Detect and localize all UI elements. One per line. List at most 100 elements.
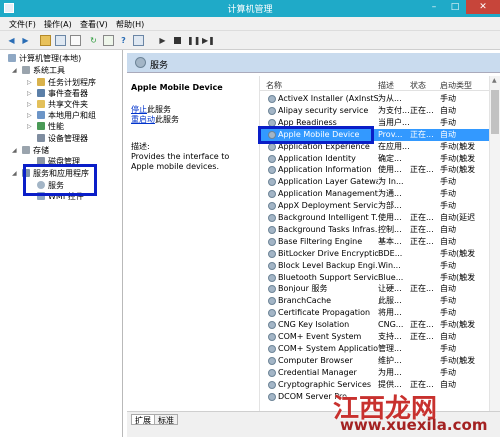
service-name-cell: Credential Manager <box>278 367 357 377</box>
service-startup-cell: 自动 <box>440 105 456 115</box>
gear-icon <box>268 309 276 318</box>
tree-event-viewer[interactable]: 事件查看器 <box>37 88 88 99</box>
table-row[interactable]: CNG Key Isolation CNG... 正在... 手动(触发 <box>260 319 500 331</box>
table-row[interactable]: Computer Browser 维护... 手动(触发 <box>260 355 500 367</box>
tree-system-tools[interactable]: 系统工具 <box>22 65 65 76</box>
table-row[interactable]: Block Level Backup Engi... Win... 手动 <box>260 260 500 272</box>
tree-task-scheduler[interactable]: 任务计划程序 <box>37 77 96 88</box>
stop-service-link[interactable]: 停止 <box>131 105 147 114</box>
gear-icon <box>135 57 146 68</box>
service-status-cell: 正在... <box>410 165 434 175</box>
table-row[interactable]: Application Identity 确定... 手动(触发 <box>260 153 500 165</box>
table-row[interactable]: COM+ System Application 管理... 手动 <box>260 343 500 355</box>
menu-help[interactable]: 帮助(H) <box>116 19 144 30</box>
tree-performance[interactable]: 性能 <box>37 121 64 132</box>
event-viewer-icon <box>37 89 45 97</box>
performance-icon <box>37 122 45 130</box>
column-startup-type[interactable]: 启动类型 <box>440 80 472 91</box>
toolbar: ◀ ▶ ↻ ? ▶ ❚❚ ▶❚ <box>0 31 500 50</box>
maximize-button[interactable]: □ <box>446 0 464 14</box>
menu-file[interactable]: 文件(F) <box>9 19 36 30</box>
storage-icon <box>22 146 30 154</box>
expand-icon[interactable]: ▷ <box>27 79 32 86</box>
table-row[interactable]: ActiveX Installer (AxInstSV) 为从... 手动 <box>260 93 500 105</box>
stop-service-icon[interactable] <box>172 35 183 46</box>
console-icon[interactable] <box>133 35 144 46</box>
forward-icon[interactable]: ▶ <box>20 35 31 46</box>
show-tree-icon[interactable] <box>55 35 66 46</box>
description-text: Provides the interface to Apple mobile d… <box>131 152 230 171</box>
services-panel-header: 服务 <box>127 53 500 73</box>
collapse-icon[interactable]: ◢ <box>12 67 17 74</box>
expand-icon[interactable]: ▷ <box>27 90 32 97</box>
minimize-button[interactable]: – <box>424 0 444 14</box>
collapse-icon[interactable]: ◢ <box>12 147 17 154</box>
table-row[interactable]: BranchCache 此服... 手动 <box>260 295 500 307</box>
tree-shared-folders[interactable]: 共享文件夹 <box>37 99 88 110</box>
service-status-cell: 正在... <box>410 105 434 115</box>
service-desc-cell: 使用... <box>378 213 402 222</box>
table-row[interactable]: Bonjour 服务 让硬... 正在... 自动 <box>260 283 500 295</box>
table-row[interactable]: Bluetooth Support Service Blue... 手动(触发 <box>260 272 500 284</box>
tree-local-users[interactable]: 本地用户和组 <box>37 110 96 121</box>
tree-root[interactable]: 计算机管理(本地) <box>8 53 81 64</box>
tab-standard[interactable]: 标准 <box>154 414 178 425</box>
table-row[interactable]: Application Information 使用... 正在... 手动(触发 <box>260 164 500 176</box>
scroll-thumb[interactable] <box>491 90 499 134</box>
collapse-icon[interactable]: ◢ <box>12 170 17 177</box>
table-row[interactable]: Background Intelligent T... 使用... 正在... 自动(… <box>260 212 500 224</box>
service-desc-cell: 为用... <box>378 367 402 377</box>
help-icon[interactable]: ? <box>118 35 129 46</box>
service-name-cell: Background Tasks Infras... <box>278 224 378 234</box>
tree-device-manager[interactable]: 设备管理器 <box>37 133 88 144</box>
folder-up-icon[interactable] <box>40 35 51 46</box>
table-row[interactable]: BitLocker Drive Encryptio... BDE... 手动(触发 <box>260 248 500 260</box>
service-status-cell: 正在... <box>410 236 434 246</box>
table-row[interactable]: Background Tasks Infras... 控制... 正在... 自动 <box>260 224 500 236</box>
service-desc-cell: 在应用... <box>378 141 410 151</box>
table-row[interactable]: AppX Deployment Servic... 为部... 手动 <box>260 200 500 212</box>
menu-action[interactable]: 操作(A) <box>44 19 72 30</box>
close-button[interactable]: ✕ <box>466 0 500 14</box>
pause-service-icon[interactable]: ❚❚ <box>187 35 200 46</box>
table-row[interactable]: COM+ Event System 支持... 正在... 自动 <box>260 331 500 343</box>
table-row[interactable]: Base Filtering Engine 基本... 正在... 自动 <box>260 236 500 248</box>
properties-icon[interactable] <box>70 35 81 46</box>
service-startup-cell: 手动(触发 <box>440 165 476 175</box>
service-startup-cell: 自动 <box>440 224 456 234</box>
restart-service-icon[interactable]: ▶❚ <box>202 35 215 46</box>
menu-view[interactable]: 查看(V) <box>80 19 108 30</box>
service-name-cell: Bluetooth Support Service <box>278 272 378 282</box>
column-description[interactable]: 描述 <box>378 80 394 91</box>
table-row[interactable]: Credential Manager 为用... 手动 <box>260 367 500 379</box>
table-row[interactable]: Application Management 为通... 手动 <box>260 188 500 200</box>
tree-storage[interactable]: 存储 <box>22 145 49 156</box>
service-startup-cell: 手动(触发 <box>440 153 476 163</box>
expand-icon[interactable]: ▷ <box>27 112 32 119</box>
export-list-icon[interactable] <box>103 35 114 46</box>
back-icon[interactable]: ◀ <box>6 35 17 46</box>
refresh-icon[interactable]: ↻ <box>88 35 99 46</box>
table-row[interactable]: Application Layer Gatewa... 为 In... 手动 <box>260 176 500 188</box>
gear-icon <box>268 321 276 330</box>
table-row[interactable]: Certificate Propagation 将用... 手动 <box>260 307 500 319</box>
gear-icon <box>268 356 276 365</box>
scroll-up-arrow[interactable]: ▲ <box>492 77 497 84</box>
start-service-icon[interactable]: ▶ <box>157 35 168 46</box>
column-name[interactable]: 名称 <box>266 80 282 91</box>
service-name-cell: AppX Deployment Servic... <box>278 201 378 211</box>
service-desc-cell: 将用... <box>378 308 402 318</box>
list-scrollbar[interactable]: ▲ <box>489 76 500 411</box>
tab-extended[interactable]: 扩展 <box>131 414 155 425</box>
restart-service-link[interactable]: 重启动 <box>131 115 155 124</box>
service-desc-cell: Prov... <box>378 129 403 139</box>
list-header: 名称 描述 状态 启动类型 <box>260 76 500 91</box>
expand-icon[interactable]: ▷ <box>27 101 32 108</box>
column-status[interactable]: 状态 <box>410 80 426 91</box>
service-status-cell: 正在... <box>410 320 434 330</box>
expand-icon[interactable]: ▷ <box>27 123 32 130</box>
service-startup-cell: 手动 <box>440 296 456 306</box>
table-row[interactable]: Alipay security service 为支付... 正在... 自动 <box>260 105 500 117</box>
gear-icon <box>268 190 276 199</box>
service-desc-cell: 为 In... <box>378 177 404 187</box>
